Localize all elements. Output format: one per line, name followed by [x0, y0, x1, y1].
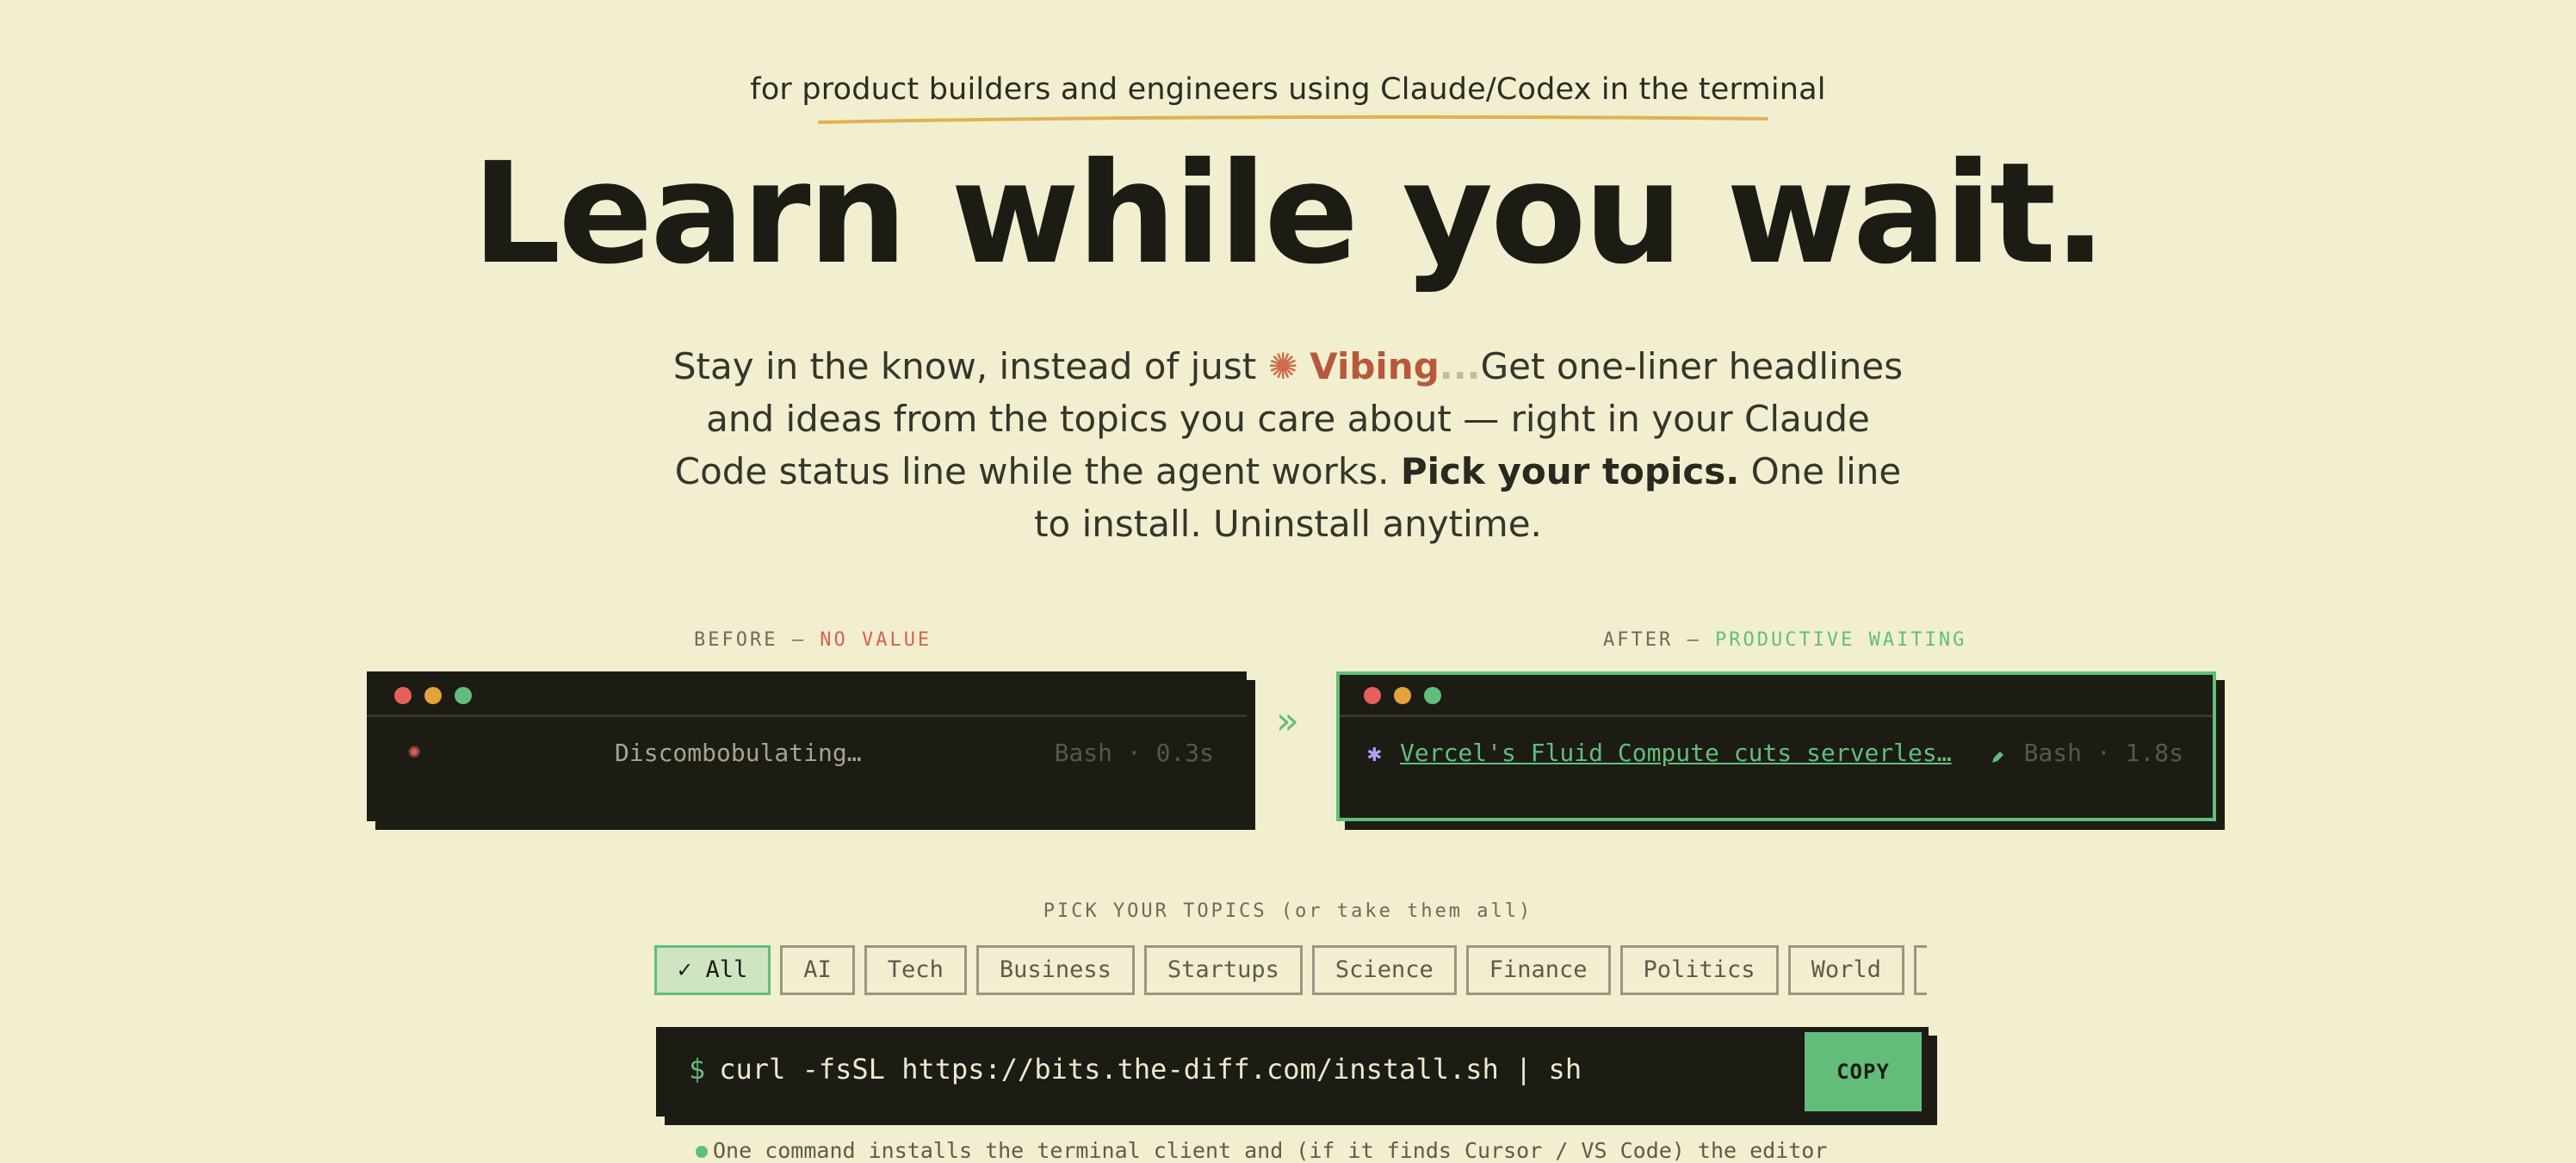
topic-chip-politics[interactable]: Politics — [1619, 945, 1779, 995]
topic-chip-world[interactable]: World — [1787, 945, 1904, 995]
install-note: One command installs the terminal client… — [696, 1138, 1827, 1163]
vibing-dots: ... — [1439, 345, 1481, 387]
topic-chip-science[interactable]: Science — [1311, 945, 1457, 995]
before-status-text: Discombobulating… — [615, 739, 862, 767]
pencil-icon — [1991, 742, 2004, 770]
minimize-dot-icon — [424, 687, 442, 704]
hero-title: Learn while you wait. — [472, 133, 2106, 295]
bullet-dot-icon — [696, 1146, 708, 1158]
before-caption-prefix: BEFORE — — [694, 629, 806, 651]
minimize-dot-icon — [1394, 687, 1411, 704]
tagline: for product builders and engineers using… — [750, 72, 1826, 107]
topic-chip-all[interactable]: ✓ All — [654, 945, 771, 995]
maximize-dot-icon — [455, 687, 472, 704]
after-caption: AFTER — PRODUCTIVE WAITING — [1603, 629, 1966, 651]
install-command-box: $ curl -fsSL https://bits.the-diff.com/in… — [656, 1027, 1929, 1117]
after-terminal-titlebar — [1340, 675, 2213, 717]
before-meta: Bash · 0.3s — [1054, 739, 1214, 767]
topic-chip-partial[interactable]: F — [1913, 945, 1927, 995]
install-note-text: One command installs the terminal client… — [713, 1138, 1828, 1163]
maximize-dot-icon — [1424, 687, 1441, 704]
topic-chip-ai[interactable]: AI — [780, 945, 855, 995]
after-meta: Bash · 1.8s — [2023, 739, 2183, 767]
topic-chip-tech[interactable]: Tech — [864, 945, 967, 995]
before-caption-highlight: NO VALUE — [820, 629, 932, 651]
subhead-part1: Stay in the know, instead of just — [672, 345, 1257, 387]
double-chevron-right-icon: » — [1276, 699, 1299, 743]
sparkle-icon: ✱ — [1367, 739, 1382, 767]
close-dot-icon — [394, 687, 412, 704]
topics-caption: PICK YOUR TOPICS (or take them all) — [1043, 900, 1533, 922]
topic-chip-list: ✓ All AI Tech Business Startups Science Financ… — [654, 945, 1927, 995]
headline-link[interactable]: Vercel's Fluid Compute cuts serverles… — [1400, 739, 1952, 767]
topic-chip-startups[interactable]: Startups — [1143, 945, 1303, 995]
spinner-icon: ✺ — [408, 739, 421, 763]
after-caption-prefix: AFTER — — [1603, 629, 1701, 651]
copy-button[interactable]: COPY — [1805, 1032, 1922, 1111]
close-dot-icon — [1364, 687, 1381, 704]
subhead-bold: Pick your topics. — [1400, 450, 1740, 492]
install-command[interactable]: $ curl -fsSL https://bits.the-diff.com/in… — [689, 1053, 1582, 1086]
subheadline: Stay in the know, instead of just ✺ Vibi… — [654, 340, 1922, 550]
topic-chip-finance[interactable]: Finance — [1465, 945, 1611, 995]
before-terminal: ✺ Discombobulating… Bash · 0.3s — [367, 671, 1247, 821]
after-caption-highlight: PRODUCTIVE WAITING — [1714, 629, 1967, 651]
before-terminal-titlebar — [367, 671, 1247, 717]
before-caption: BEFORE — NO VALUE — [694, 629, 932, 651]
tagline-underline — [818, 114, 1768, 124]
prompt-symbol: $ — [689, 1053, 706, 1086]
vibing-word: Vibing — [1310, 345, 1440, 387]
after-terminal: ✱ Vercel's Fluid Compute cuts serverles…… — [1336, 671, 2216, 821]
topic-chip-business[interactable]: Business — [975, 945, 1135, 995]
vibing-spinner-icon: ✺ — [1267, 345, 1298, 387]
install-command-text[interactable]: curl -fsSL https://bits.the-diff.com/ins… — [719, 1053, 1582, 1086]
